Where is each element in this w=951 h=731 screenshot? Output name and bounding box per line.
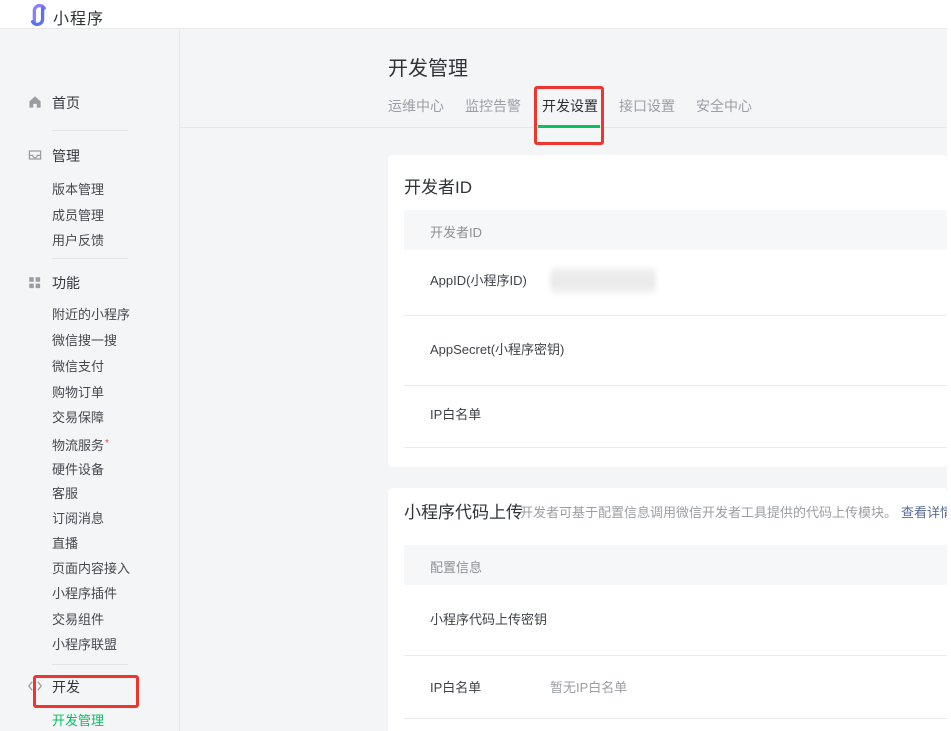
- sidebar-item-version-manage[interactable]: 版本管理: [52, 181, 104, 199]
- tab-dev-settings[interactable]: 开发设置: [542, 96, 598, 116]
- sidebar-item-nearby-miniprogram[interactable]: 附近的小程序: [52, 306, 130, 324]
- divider: [404, 385, 947, 386]
- sidebar-item-trade-component[interactable]: 交易组件: [52, 611, 104, 629]
- sidebar-item-dev-manage[interactable]: 开发管理: [52, 712, 104, 730]
- sidebar-item-trade-guarantee[interactable]: 交易保障: [52, 409, 104, 427]
- tab-api-settings[interactable]: 接口设置: [619, 96, 675, 116]
- sidebar-item-user-feedback[interactable]: 用户反馈: [52, 232, 104, 250]
- row-label-ip-whitelist: IP白名单: [430, 407, 481, 423]
- section-title-code-upload: 小程序代码上传: [404, 498, 523, 523]
- code-upload-card: 小程序代码上传 开发者可基于配置信息调用微信开发者工具提供的代码上传模块。查看详…: [388, 488, 947, 731]
- tab-security-center[interactable]: 安全中心: [696, 96, 752, 116]
- sidebar-item-customer-service[interactable]: 客服: [52, 485, 78, 503]
- home-icon: [27, 94, 43, 110]
- divider: [404, 315, 947, 316]
- divider: [404, 655, 947, 656]
- sidebar-item-label: 物流服务: [52, 438, 104, 453]
- new-badge-star: *: [105, 438, 109, 449]
- sidebar-item-miniprogram-plugin[interactable]: 小程序插件: [52, 585, 117, 603]
- section-title-developer-id: 开发者ID: [404, 173, 472, 198]
- row-label-upload-key: 小程序代码上传密钥: [430, 612, 547, 628]
- sidebar-group-manage: 管理: [52, 146, 80, 166]
- divider: [52, 664, 128, 665]
- section-description: 开发者可基于配置信息调用微信开发者工具提供的代码上传模块。查看详情: [520, 502, 951, 521]
- table-header-label: 配置信息: [430, 557, 482, 576]
- divider: [404, 718, 947, 719]
- tab-bar: 运维中心 监控告警 开发设置 接口设置 安全中心: [388, 96, 752, 116]
- sidebar-item-subscribe-message[interactable]: 订阅消息: [52, 510, 104, 528]
- table-header-label: 开发者ID: [430, 222, 482, 241]
- sidebar-item-home[interactable]: 首页: [52, 93, 80, 113]
- top-header-bar: 小程序: [0, 0, 951, 29]
- sidebar-item-shopping-orders[interactable]: 购物订单: [52, 384, 104, 402]
- row-value-ip-whitelist: 暂无IP白名单: [550, 680, 627, 696]
- row-label-appsecret: AppSecret(小程序密钥): [430, 342, 564, 358]
- sidebar: 首页 管理 版本管理 成员管理 用户反馈 功能 附近的小程序 微信搜一搜 微信支…: [0, 30, 180, 731]
- tab-ops-center[interactable]: 运维中心: [388, 96, 444, 116]
- sidebar-item-logistics-service[interactable]: 物流服务*: [52, 435, 109, 455]
- page-title: 开发管理: [388, 52, 468, 81]
- sidebar-group-dev: 开发: [52, 677, 80, 697]
- divider: [52, 130, 128, 131]
- sidebar-item-wechat-search[interactable]: 微信搜一搜: [52, 332, 117, 350]
- developer-id-card: 开发者ID 开发者ID AppID(小程序ID) AppSecret(小程序密钥…: [388, 155, 947, 467]
- sidebar-item-wechat-pay[interactable]: 微信支付: [52, 358, 104, 376]
- table-header-row: 配置信息: [404, 545, 947, 585]
- miniprogram-logo-icon: [27, 3, 49, 27]
- row-label-ip-whitelist: IP白名单: [430, 680, 481, 696]
- table-header-row: 开发者ID: [404, 210, 947, 250]
- grid-icon: [27, 275, 42, 290]
- code-icon: [27, 679, 43, 693]
- description-text: 开发者可基于配置信息调用微信开发者工具提供的代码上传模块。: [520, 505, 897, 520]
- scrollbar-track[interactable]: [947, 0, 951, 731]
- sidebar-group-features: 功能: [52, 273, 80, 293]
- divider: [404, 447, 947, 448]
- divider: [52, 258, 128, 259]
- sidebar-item-member-manage[interactable]: 成员管理: [52, 207, 104, 225]
- view-details-link[interactable]: 查看详情: [901, 505, 951, 520]
- tab-monitor-alert[interactable]: 监控告警: [465, 96, 521, 116]
- sidebar-item-hardware-device[interactable]: 硬件设备: [52, 461, 104, 479]
- app-title: 小程序: [53, 5, 104, 29]
- sidebar-item-live[interactable]: 直播: [52, 535, 78, 553]
- sidebar-item-page-content-access[interactable]: 页面内容接入: [52, 560, 130, 578]
- active-tab-underline: [538, 125, 600, 128]
- redacted-appid-value: [550, 267, 656, 294]
- row-label-appid: AppID(小程序ID): [430, 273, 527, 289]
- inbox-icon: [27, 147, 43, 163]
- sidebar-item-miniprogram-union[interactable]: 小程序联盟: [52, 636, 117, 654]
